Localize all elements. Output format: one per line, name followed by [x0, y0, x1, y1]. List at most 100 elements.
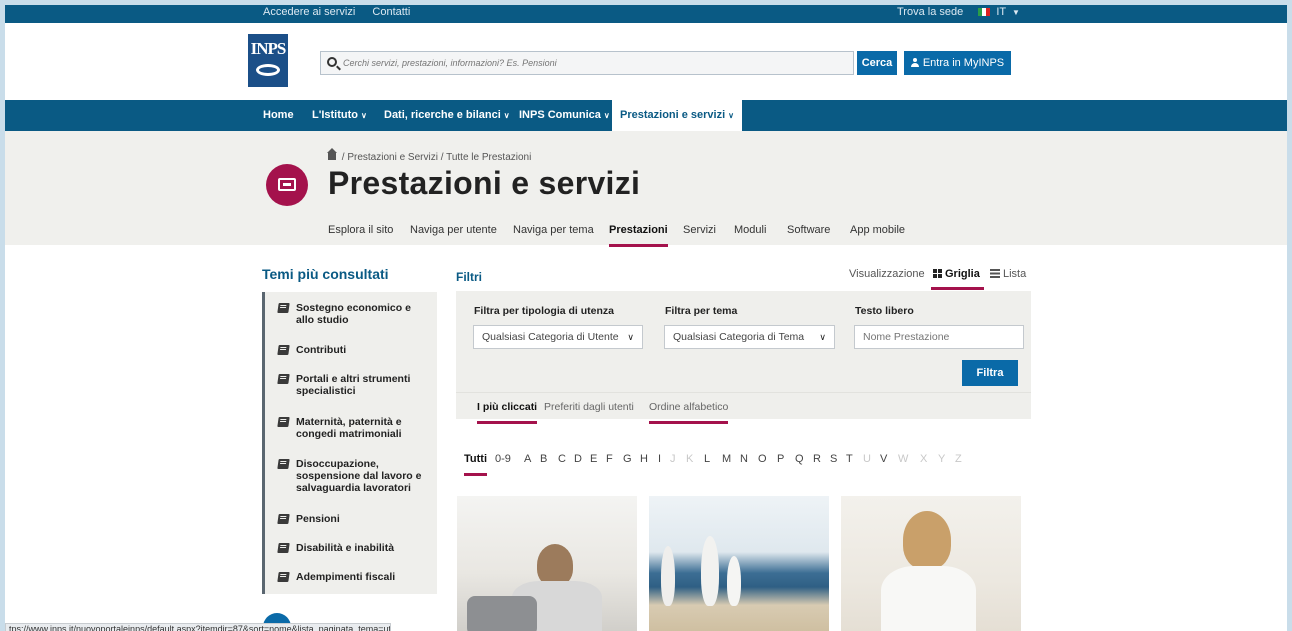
book-icon	[277, 572, 290, 582]
alphabet-letter-t[interactable]: T	[846, 453, 853, 465]
chevron-down-icon: ∨	[361, 111, 367, 120]
section-tabs: Esplora il sito Naviga per utente Naviga…	[5, 218, 1287, 247]
filter-user-value: Qualsiasi Categoria di Utente	[482, 331, 619, 343]
alphabet-letter-s[interactable]: S	[830, 453, 837, 465]
link-contatti[interactable]: Contatti	[372, 6, 410, 18]
inps-logo[interactable]: INPS	[248, 34, 288, 87]
chevron-down-icon: ∨	[627, 332, 634, 342]
alphabet-letter-m[interactable]: M	[722, 453, 731, 465]
alphabet-letter-v[interactable]: V	[880, 453, 887, 465]
nav-dati-label: Dati, ricerche e bilanci	[384, 109, 501, 121]
link-accedere-servizi[interactable]: Accedere ai servizi	[263, 6, 355, 18]
tab-app-mobile[interactable]: App mobile	[850, 224, 905, 236]
login-myinps-button[interactable]: Entra in MyINPS	[904, 51, 1011, 75]
page: Accedere ai servizi Contatti Trova la se…	[5, 5, 1287, 631]
breadcrumb: / Prestazioni e Servizi / Tutte le Prest…	[327, 148, 531, 163]
alphabet-letter-c[interactable]: C	[558, 453, 566, 465]
alphabet-letter-a[interactable]: A	[524, 453, 531, 465]
view-grid-toggle[interactable]: Griglia	[931, 268, 984, 290]
alphabet-letter-e[interactable]: E	[590, 453, 597, 465]
logo-text: INPS	[250, 39, 287, 58]
tab-servizi[interactable]: Servizi	[683, 224, 716, 236]
alphabet-letter-n[interactable]: N	[740, 453, 748, 465]
alphabet-letter-o[interactable]: O	[758, 453, 767, 465]
view-list-label: Lista	[1003, 268, 1027, 280]
topic-label: Disabilità e inabilità	[296, 542, 395, 554]
topic-label: Sostegno economico e allo studio	[296, 302, 411, 326]
tab-naviga-tema[interactable]: Naviga per tema	[513, 224, 594, 236]
book-icon	[277, 303, 290, 313]
breadcrumb-prestazioni-servizi[interactable]: Prestazioni e Servizi	[347, 152, 438, 163]
nav-istituto[interactable]: L'Istituto ∨	[312, 100, 367, 131]
topic-label: Maternità, paternità e congedi matrimoni…	[296, 416, 402, 440]
search-button[interactable]: Cerca	[857, 51, 897, 75]
alphabet-letter-g[interactable]: G	[623, 453, 632, 465]
topic-disoccupazione[interactable]: Disoccupazione, sospensione dal lavoro e…	[277, 458, 428, 494]
alphabet-letter-d[interactable]: D	[574, 453, 582, 465]
topic-portali-strumenti[interactable]: Portali e altri strumenti specialistici	[277, 373, 428, 397]
tab-naviga-utente[interactable]: Naviga per utente	[410, 224, 497, 236]
nav-prestazioni-label: Prestazioni e servizi	[620, 109, 726, 121]
inbox-icon	[266, 164, 308, 206]
grid-icon	[933, 269, 942, 278]
search-bar[interactable]	[320, 51, 854, 75]
alphabet-letter-f[interactable]: F	[606, 453, 613, 465]
chevron-down-icon: ∨	[819, 332, 826, 342]
filter-user-select[interactable]: Qualsiasi Categoria di Utente ∨	[473, 325, 643, 349]
topic-sostegno-economico[interactable]: Sostegno economico e allo studio	[277, 302, 428, 326]
view-list-toggle[interactable]: Lista	[990, 268, 1026, 280]
alphabet-letter-w: W	[898, 453, 909, 465]
book-icon	[277, 514, 290, 524]
alphabet-letter-y: Y	[938, 453, 946, 465]
alphabet-letter-tutti[interactable]: Tutti	[464, 453, 488, 476]
sort-most-clicked[interactable]: I più cliccati	[477, 401, 538, 424]
italy-flag-icon	[978, 8, 991, 17]
tab-moduli[interactable]: Moduli	[734, 224, 766, 236]
book-icon	[277, 374, 290, 384]
page-hero: / Prestazioni e Servizi / Tutte le Prest…	[5, 131, 1287, 247]
sidebar-topics: Sostegno economico e allo studio Contrib…	[262, 292, 437, 594]
user-icon	[910, 58, 919, 67]
home-icon[interactable]	[327, 148, 337, 160]
topic-label: Pensioni	[296, 513, 340, 525]
tab-esplora-sito[interactable]: Esplora il sito	[328, 224, 393, 236]
alphabet-letter-q[interactable]: Q	[795, 453, 804, 465]
tab-prestazioni[interactable]: Prestazioni	[609, 224, 668, 247]
alphabet-letter-b[interactable]: B	[540, 453, 547, 465]
alphabet-letter-p[interactable]: P	[777, 453, 784, 465]
alphabet-letter-r[interactable]: R	[813, 453, 821, 465]
nav-istituto-label: L'Istituto	[312, 109, 358, 121]
free-text-input[interactable]	[854, 325, 1024, 349]
topic-maternita[interactable]: Maternità, paternità e congedi matrimoni…	[277, 416, 428, 440]
topic-contributi[interactable]: Contributi	[277, 344, 428, 356]
sort-alphabetical[interactable]: Ordine alfabetico	[649, 401, 729, 424]
alphabet-letter-h[interactable]: H	[640, 453, 648, 465]
card-image-woman-laptop[interactable]	[457, 496, 637, 631]
topic-disabilita[interactable]: Disabilità e inabilità	[277, 542, 428, 554]
browser-status-url: tps://www.inps.it/nuovoportaleinps/defau…	[5, 623, 391, 631]
filter-theme-select[interactable]: Qualsiasi Categoria di Tema ∨	[664, 325, 835, 349]
language-selector[interactable]: IT	[996, 6, 1006, 18]
nav-inps-comunica[interactable]: INPS Comunica ∨	[519, 100, 610, 131]
filter-button[interactable]: Filtra	[962, 360, 1018, 386]
topic-pensioni[interactable]: Pensioni	[277, 513, 428, 525]
book-icon	[277, 345, 290, 355]
sort-user-favorites[interactable]: Preferiti dagli utenti	[544, 401, 634, 413]
book-icon	[277, 543, 290, 553]
alphabet-letter-l[interactable]: L	[704, 453, 710, 465]
page-title: Prestazioni e servizi	[328, 165, 641, 201]
topic-adempimenti-fiscali[interactable]: Adempimenti fiscali	[277, 571, 428, 583]
tab-software[interactable]: Software	[787, 224, 830, 236]
nav-dati-ricerche[interactable]: Dati, ricerche e bilanci ∨	[384, 100, 510, 131]
nav-prestazioni-servizi[interactable]: Prestazioni e servizi ∨	[612, 100, 743, 131]
card-image-family-beach[interactable]	[649, 496, 829, 631]
alphabet-letter-0-9[interactable]: 0-9	[495, 453, 511, 465]
book-icon	[277, 459, 290, 469]
trova-sede-link[interactable]: Trova la sede	[897, 6, 963, 18]
nav-comunica-label: INPS Comunica	[519, 109, 601, 121]
alphabet-letter-i[interactable]: I	[658, 453, 661, 465]
nav-home[interactable]: Home	[263, 100, 294, 131]
filters-title: Filtri	[456, 270, 482, 284]
search-input[interactable]	[343, 54, 843, 72]
card-image-woman-phone[interactable]	[841, 496, 1021, 631]
